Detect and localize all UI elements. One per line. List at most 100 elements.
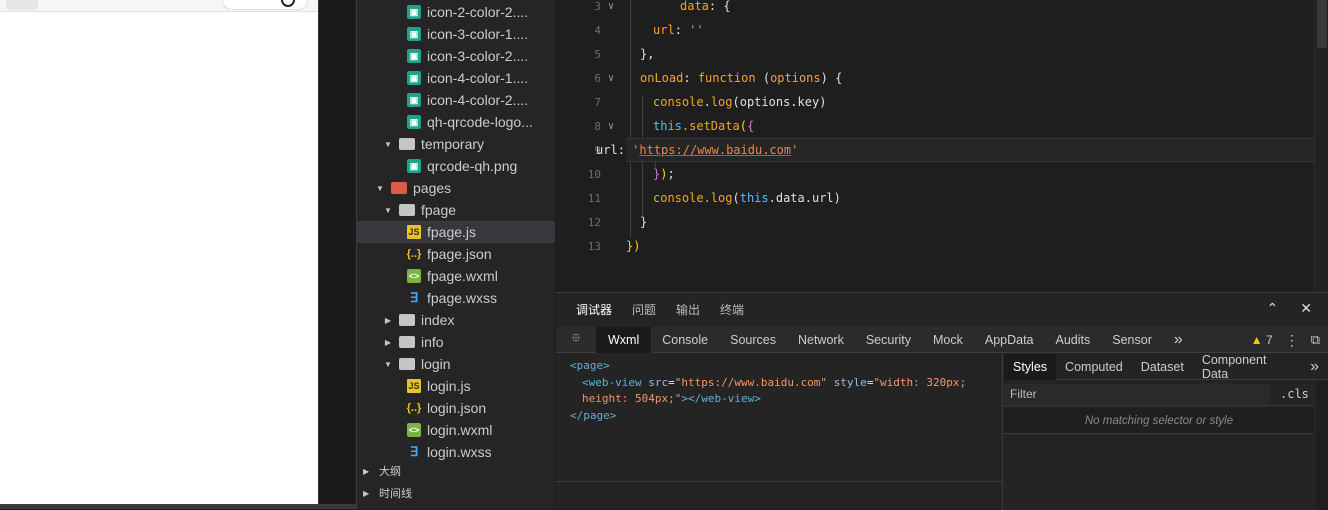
code-line[interactable]: 12} xyxy=(556,210,1316,234)
outline-section[interactable]: ▶ 大纲 xyxy=(357,460,555,482)
more-vertical-icon[interactable]: ⋮ xyxy=(1285,332,1299,349)
tree-item-label: icon-3-color-1.... xyxy=(427,26,529,42)
close-icon[interactable]: ✕ xyxy=(1300,300,1312,317)
tree-item[interactable]: ▣ icon-4-color-2.... xyxy=(357,89,555,111)
code-line[interactable]: 13}) xyxy=(556,234,1316,258)
code-line[interactable]: 5}, xyxy=(556,42,1316,66)
tree-item-label: fpage.js xyxy=(427,224,477,240)
devtools-tab[interactable]: Audits xyxy=(1045,327,1102,353)
fold-chevron-icon[interactable]: ∨ xyxy=(608,1,614,12)
panel-tab[interactable]: 输出 xyxy=(666,293,710,325)
attr-value: "https://www.baidu.com" xyxy=(674,375,828,389)
close-circle-icon[interactable] xyxy=(281,0,295,7)
section-label: 大纲 xyxy=(379,466,401,478)
code-line[interactable]: 9 url: 'https://www.baidu.com' xyxy=(556,138,1316,162)
chevron-right-icon[interactable]: ▶ xyxy=(363,489,373,498)
tree-item-label: temporary xyxy=(421,136,485,152)
chevron-right-icon[interactable]: ▶ xyxy=(383,316,393,325)
tree-item[interactable]: ▼ fpage xyxy=(357,199,555,221)
styles-tab[interactable]: Styles xyxy=(1004,353,1057,380)
devtools-tab[interactable]: Sensor xyxy=(1101,327,1163,353)
code-line[interactable]: 3 ∨ data: { xyxy=(556,0,1316,18)
cls-toggle[interactable]: .cls xyxy=(1280,387,1309,401)
line-number: 12 xyxy=(587,215,601,229)
tree-item[interactable]: ▣ icon-2-color-2.... xyxy=(357,1,555,23)
tree-item[interactable]: <> login.wxml xyxy=(357,419,555,441)
tree-item[interactable]: ▣ icon-3-color-1.... xyxy=(357,23,555,45)
devtools-tabs: ⯐ Wxml Console Sources Network Security Mock A… xyxy=(556,326,1328,353)
more-tabs-icon[interactable]: » xyxy=(1163,327,1194,353)
simulator-divider[interactable] xyxy=(318,0,356,509)
tree-item[interactable]: <> fpage.wxml xyxy=(357,265,555,287)
filter-input[interactable] xyxy=(1004,383,1270,404)
inspect-element-icon[interactable]: ⯐ xyxy=(562,327,590,353)
code-token: function xyxy=(697,71,756,85)
fold-chevron-icon[interactable]: ∨ xyxy=(608,121,614,132)
tree-item-label: fpage xyxy=(421,202,457,218)
tree-item[interactable]: {..} login.json xyxy=(357,397,555,419)
code-line[interactable]: 11 console.log(this.data.url) xyxy=(556,186,1316,210)
capsule-menu[interactable] xyxy=(222,0,308,10)
tree-item-label: login.js xyxy=(427,378,471,394)
code-text: }) xyxy=(626,239,640,253)
chevron-down-icon[interactable]: ▼ xyxy=(383,206,393,215)
file-explorer: ▣ icon-2-color-2.... ▣ icon-3-color-1.... ▣ i… xyxy=(356,0,555,509)
code-line[interactable]: 7 console.log(options.key) xyxy=(556,90,1316,114)
editor-scrollbar[interactable] xyxy=(1314,0,1328,292)
devtools-tab[interactable]: AppData xyxy=(974,327,1045,353)
panel-tab[interactable]: 调试器 xyxy=(566,293,622,325)
chevron-up-icon[interactable]: ⌃ xyxy=(1267,300,1279,317)
devtools-tab[interactable]: Security xyxy=(855,327,922,353)
tree-item[interactable]: ▼ login xyxy=(357,353,555,375)
styles-scrollbar[interactable] xyxy=(1316,380,1328,510)
chevron-right-icon[interactable]: ▶ xyxy=(363,467,373,476)
attr-name: style xyxy=(833,375,867,389)
tree-item[interactable]: ▣ qh-qrcode-logo... xyxy=(357,111,555,133)
outline-section[interactable]: ▶ 时间线 xyxy=(357,482,555,504)
code-line[interactable]: 8 ∨ this.setData({ xyxy=(556,114,1316,138)
tree-item[interactable]: ∃ fpage.wxss xyxy=(357,287,555,309)
line-number: 7 xyxy=(594,95,601,109)
scrollbar-thumb[interactable] xyxy=(1317,0,1327,48)
more-tabs-icon[interactable]: » xyxy=(1301,354,1328,380)
code-line[interactable]: 10}); xyxy=(556,162,1316,186)
simulator-preview[interactable] xyxy=(0,0,318,504)
tree-item[interactable]: ▶ info xyxy=(357,331,555,353)
dock-icon[interactable]: ⧉ xyxy=(1311,332,1320,348)
devtools-tab[interactable]: Sources xyxy=(719,327,787,353)
dom-node-webview[interactable]: <web-view src="https://www.baidu.com" st… xyxy=(570,375,988,392)
back-button[interactable] xyxy=(6,0,38,10)
code-line[interactable]: 6 ∨ onLoad: function (options) { xyxy=(556,66,1316,90)
wxml-tree[interactable]: <page> <web-view src="https://www.baidu.… xyxy=(556,354,1003,510)
code-line[interactable]: 4 url: '' xyxy=(556,18,1316,42)
chevron-down-icon[interactable]: ▼ xyxy=(383,360,393,369)
tree-item[interactable]: JS login.js xyxy=(357,375,555,397)
tree-item[interactable]: ▣ icon-4-color-1.... xyxy=(357,67,555,89)
chevron-down-icon[interactable]: ▼ xyxy=(375,184,385,193)
image-file-icon: ▣ xyxy=(407,159,421,173)
devtools-tab[interactable]: Mock xyxy=(922,327,974,353)
styles-tab[interactable]: Computed xyxy=(1056,354,1132,380)
dom-node-page[interactable]: <page> xyxy=(570,358,988,375)
panel-tab[interactable]: 问题 xyxy=(622,293,666,325)
chevron-right-icon[interactable]: ▶ xyxy=(383,338,393,347)
tree-item[interactable]: ▣ qrcode-qh.png xyxy=(357,155,555,177)
devtools-tab[interactable]: Network xyxy=(787,327,855,353)
tree-item[interactable]: ▼ pages xyxy=(357,177,555,199)
tree-item[interactable]: ▣ icon-3-color-2.... xyxy=(357,45,555,67)
tree-item[interactable]: ▼ temporary xyxy=(357,133,555,155)
code-editor[interactable]: 3 ∨ data: {4 url: '' 5}, 6 ∨ onLoad: function (… xyxy=(556,0,1328,292)
tree-item[interactable]: JS fpage.js xyxy=(357,221,555,243)
line-number: 8 xyxy=(594,119,601,133)
styles-tab[interactable]: Component Data xyxy=(1193,353,1301,381)
tree-item[interactable]: ▶ index xyxy=(357,309,555,331)
devtools-tab[interactable]: Wxml xyxy=(596,326,652,353)
fold-chevron-icon[interactable]: ∨ xyxy=(608,73,614,84)
tree-item[interactable]: {..} fpage.json xyxy=(357,243,555,265)
chevron-down-icon[interactable]: ▼ xyxy=(383,140,393,149)
styles-tab[interactable]: Dataset xyxy=(1132,354,1193,380)
simulator-navbar xyxy=(0,0,318,12)
warning-counter[interactable]: ▲ 7 xyxy=(1251,333,1273,347)
devtools-tab[interactable]: Console xyxy=(651,327,719,353)
panel-tab[interactable]: 终端 xyxy=(710,293,754,325)
